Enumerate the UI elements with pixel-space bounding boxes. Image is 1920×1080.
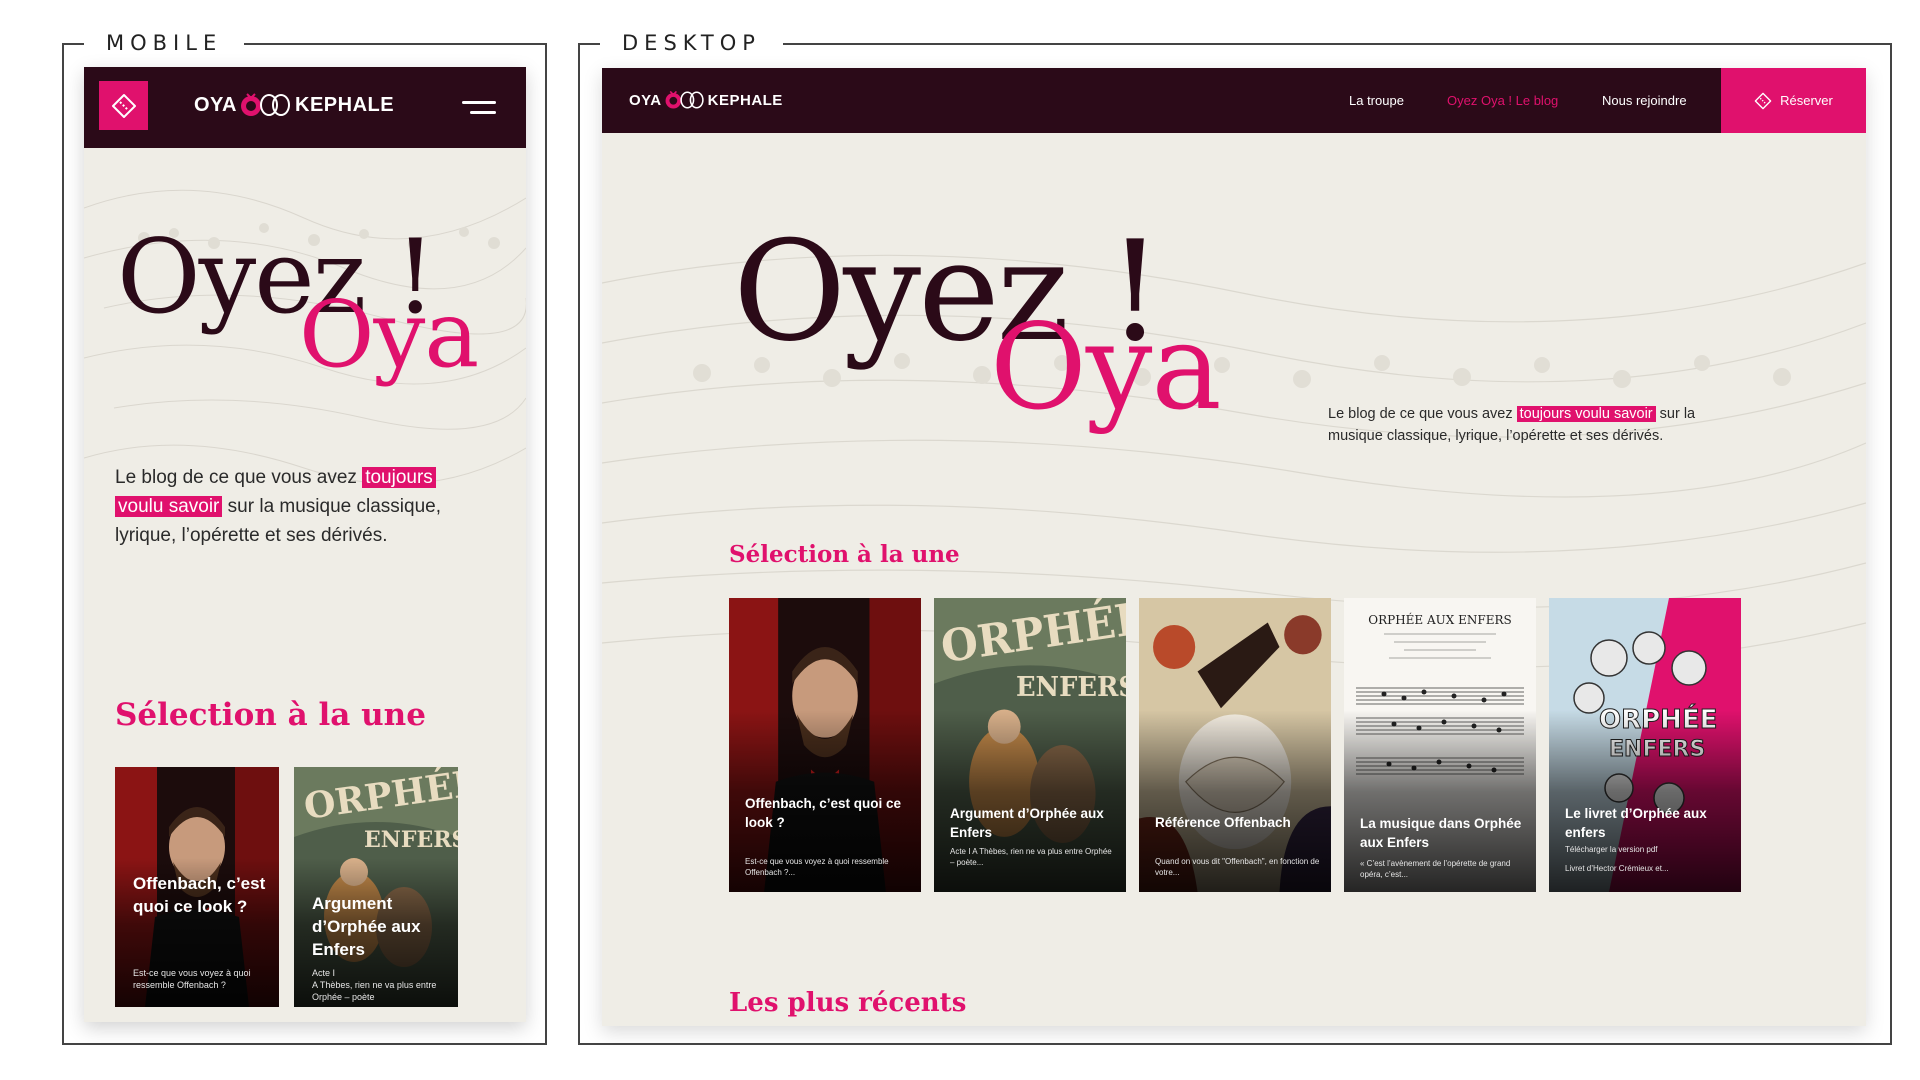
svg-text:ENFERS: ENFERS <box>1016 671 1126 703</box>
intro-highlight-2: voulu savoir <box>115 496 223 517</box>
nav-blog[interactable]: Oyez Oya ! Le blog <box>1447 93 1558 108</box>
ticket-icon <box>1754 92 1772 109</box>
mobile-header: OYA KEPHALE <box>84 67 526 148</box>
card-excerpt: Quand on vous dit "Offenbach", en foncti… <box>1155 857 1320 877</box>
hero-intro: Le blog de ce que vous avez toujours vou… <box>1328 403 1748 447</box>
desktop-screen: OYA KEPHALE La troupe Oyez Oya ! Le blog… <box>602 68 1866 1026</box>
reserve-ticket-button[interactable] <box>99 81 148 130</box>
nav-la-troupe[interactable]: La troupe <box>1349 93 1404 108</box>
brand-logo[interactable]: OYA KEPHALE <box>194 91 394 119</box>
card-excerpt: Acte I A Thèbes, rien ne va plus entre O… <box>950 847 1112 867</box>
article-card[interactable]: Offenbach, c’est quoi ce look ? Est-ce q… <box>115 767 279 1007</box>
reserve-button[interactable]: Réserver <box>1721 68 1866 133</box>
featured-section-title: Sélection à la une <box>115 697 426 733</box>
card-excerpt: Est-ce que vous voyez à quoi ressemble O… <box>745 857 889 877</box>
brand-logo[interactable]: OYA KEPHALE <box>629 89 783 111</box>
mobile-screen: OYA KEPHALE Oyez ! Oya Le blog de ce que… <box>84 67 526 1022</box>
svg-text:ORPHÉE AUX ENFERS: ORPHÉE AUX ENFERS <box>1368 612 1511 627</box>
card-title: Référence Offenbach <box>1155 815 1291 830</box>
card-excerpt: « C’est l’avènement de l’opérette de gra… <box>1360 859 1511 879</box>
card-excerpt: Est-ce que vous voyez à quoi ressemble O… <box>133 968 251 990</box>
article-card[interactable]: ORPHÉE ENFERS Le livret d’Orphée aux enf… <box>1549 598 1741 892</box>
logo-text-left: OYA <box>629 91 662 109</box>
article-card[interactable]: Offenbach, c’est quoi ce look ? Est-ce q… <box>729 598 921 892</box>
ticket-icon <box>111 93 136 118</box>
mobile-label: MOBILE <box>84 31 245 55</box>
card-title: Le livret d’Orphée aux enfers <box>1565 806 1707 840</box>
logo-mark-icon <box>665 90 704 109</box>
logo-text-left: OYA <box>194 93 238 116</box>
article-card[interactable]: ORPHÉE ENFERS Argument d’Orphée aux Enfe… <box>294 767 458 1007</box>
hero-title-oya: Oya <box>990 298 1222 436</box>
intro-highlight: toujours voulu savoir <box>1516 406 1656 422</box>
intro-highlight-1: toujours <box>362 467 436 488</box>
card-title: Offenbach, c’est quoi ce look ? <box>133 874 266 916</box>
card-excerpt: Acte I A Thèbes, rien ne va plus entre O… <box>312 968 437 1002</box>
featured-section-title: Sélection à la une <box>729 541 960 568</box>
presentation-board: MOBILE DESKTOP OYA KEPHALE Oyez ! Oya Le… <box>0 0 1920 1080</box>
desktop-header: OYA KEPHALE La troupe Oyez Oya ! Le blog… <box>602 68 1866 133</box>
logo-text-right: KEPHALE <box>707 91 783 109</box>
svg-text:ENFERS: ENFERS <box>364 827 458 853</box>
intro-text-before: Le blog de ce que vous avez <box>1328 406 1517 422</box>
article-card[interactable]: ORPHÉE AUX ENFERS La musique dans Orphée… <box>1344 598 1536 892</box>
card-title: Argument d’Orphée aux Enfers <box>950 806 1104 840</box>
hero-intro: Le blog de ce que vous avez toujours vou… <box>115 463 485 550</box>
article-card[interactable]: Référence Offenbach Quand on vous dit "O… <box>1139 598 1331 892</box>
featured-cards-desktop: Offenbach, c’est quoi ce look ? Est-ce q… <box>729 598 1741 893</box>
logo-text-right: KEPHALE <box>295 93 395 116</box>
hero-title-oya: Oya <box>299 281 479 388</box>
hamburger-menu-icon[interactable] <box>462 97 496 119</box>
intro-text-before: Le blog de ce que vous avez <box>115 467 363 488</box>
article-card[interactable]: ORPHÉE ENFERS Argument d’Orphée aux Enfe… <box>934 598 1126 892</box>
card-title: La musique dans Orphée aux Enfers <box>1360 816 1522 850</box>
logo-mark-icon <box>241 93 291 116</box>
nav-nous-rejoindre[interactable]: Nous rejoindre <box>1602 93 1687 108</box>
desktop-label: DESKTOP <box>600 31 783 55</box>
reserve-label: Réserver <box>1780 93 1833 108</box>
card-title: Argument d’Orphée aux Enfers <box>312 894 421 959</box>
card-excerpt: Télécharger la version pdf Livret d’Hect… <box>1565 845 1669 873</box>
card-title: Offenbach, c’est quoi ce look ? <box>745 796 902 830</box>
recent-section-title: Les plus récents <box>729 988 967 1018</box>
